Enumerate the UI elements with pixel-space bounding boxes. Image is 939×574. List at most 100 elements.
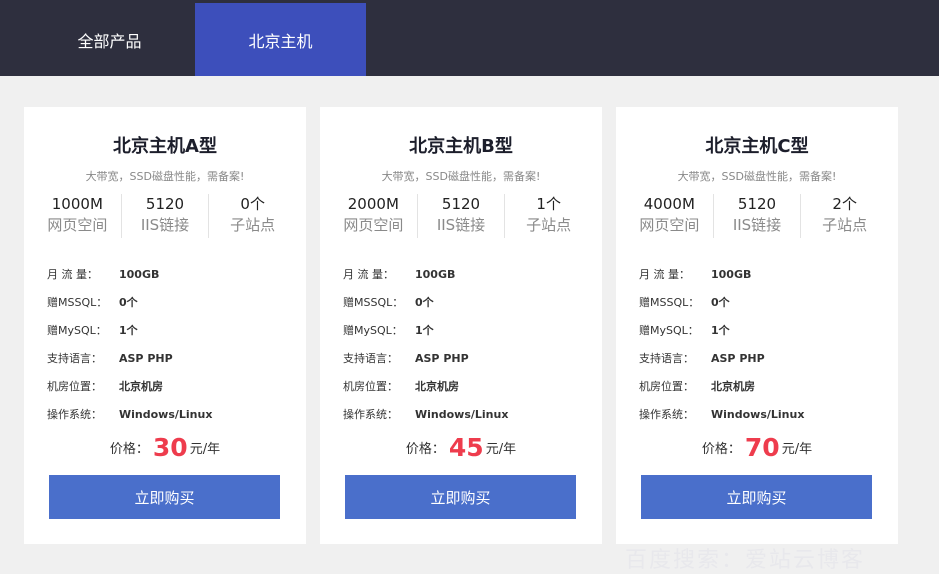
spec-label: 操作系统： (343, 408, 398, 421)
spec-row-mysql: 赠MySQL： 1个 (47, 322, 297, 350)
price-unit: 元/年 (485, 442, 517, 457)
spec-label: 支持语言： (47, 352, 102, 365)
spec-label: 机房位置： (47, 380, 102, 393)
spec-row-os: 操作系统： Windows/Linux (343, 406, 593, 434)
buy-now-button[interactable]: 立即购买 (345, 475, 576, 519)
spec-row-mssql: 赠MSSQL： 0个 (343, 294, 593, 322)
stat-value: 5120 (145, 195, 185, 213)
stat-value: 1000M (51, 195, 103, 213)
spec-label: 赠MSSQL： (47, 296, 108, 309)
spec-row-location: 机房位置： 北京机房 (343, 378, 593, 406)
spec-value: ASP PHP (711, 352, 765, 365)
spec-label: 月 流 量： (639, 268, 690, 281)
stat-sub-sites: 1个 子站点 (505, 194, 592, 238)
stat-label: 网页空间 (639, 216, 700, 234)
spec-value: 北京机房 (119, 380, 163, 393)
spec-row-languages: 支持语言： ASP PHP (343, 350, 593, 378)
spec-label: 月 流 量： (343, 268, 394, 281)
spec-label: 操作系统： (47, 408, 102, 421)
spec-value: 100GB (415, 268, 456, 281)
stat-label: 子站点 (526, 216, 572, 234)
card-subtitle: 大带宽，SSD磁盘性能，需备案! (85, 170, 245, 183)
stat-sub-sites: 2个 子站点 (801, 194, 888, 238)
price-label: 价格： (701, 442, 741, 457)
stat-value: 4000M (643, 195, 695, 213)
stat-iis-connections: 5120 IIS链接 (122, 194, 210, 238)
spec-value: Windows/Linux (119, 408, 213, 421)
tab-beijing-hosting[interactable]: 北京主机 (195, 3, 366, 76)
tab-all-products[interactable]: 全部产品 (24, 3, 195, 76)
spec-row-os: 操作系统： Windows/Linux (47, 406, 297, 434)
spec-label: 赠MySQL： (639, 324, 699, 337)
spec-row-os: 操作系统： Windows/Linux (639, 406, 889, 434)
price-unit: 元/年 (781, 442, 813, 457)
card-subtitle: 大带宽，SSD磁盘性能，需备案! (677, 170, 837, 183)
spec-value: 1个 (119, 324, 138, 337)
spec-row-location: 机房位置： 北京机房 (639, 378, 889, 406)
spec-row-mssql: 赠MSSQL： 0个 (47, 294, 297, 322)
price-line: 价格： 45 元/年 (320, 433, 602, 462)
spec-list: 月 流 量： 100GB 赠MSSQL： 0个 赠MySQL： 1个 支持语言： ASP… (343, 266, 593, 434)
stat-value: 1个 (536, 195, 561, 213)
spec-row-mssql: 赠MSSQL： 0个 (639, 294, 889, 322)
spec-value: 0个 (415, 296, 434, 309)
card-title: 北京主机B型 (409, 136, 513, 157)
stat-label: IIS链接 (732, 216, 782, 234)
card-title: 北京主机C型 (705, 136, 809, 157)
card-stats: 2000M 网页空间 5120 IIS链接 1个 子站点 (330, 194, 592, 238)
price-value: 45 (448, 433, 484, 462)
card-title: 北京主机A型 (113, 136, 217, 157)
spec-label: 机房位置： (343, 380, 398, 393)
spec-label: 月 流 量： (47, 268, 98, 281)
buy-now-button[interactable]: 立即购买 (641, 475, 872, 519)
price-line: 价格： 30 元/年 (24, 433, 306, 462)
spec-value: 1个 (711, 324, 730, 337)
spec-label: 机房位置： (639, 380, 694, 393)
stat-iis-connections: 5120 IIS链接 (418, 194, 506, 238)
spec-label: 支持语言： (639, 352, 694, 365)
spec-value: 0个 (711, 296, 730, 309)
top-nav-bar: 全部产品 北京主机 (0, 0, 939, 76)
spec-value: Windows/Linux (711, 408, 805, 421)
spec-label: 支持语言： (343, 352, 398, 365)
spec-label: 操作系统： (639, 408, 694, 421)
spec-label: 赠MSSQL： (639, 296, 700, 309)
price-line: 价格： 70 元/年 (616, 433, 898, 462)
buy-now-button[interactable]: 立即购买 (49, 475, 280, 519)
spec-list: 月 流 量： 100GB 赠MSSQL： 0个 赠MySQL： 1个 支持语言： ASP… (639, 266, 889, 434)
spec-row-traffic: 月 流 量： 100GB (639, 266, 889, 294)
stat-label: 子站点 (230, 216, 276, 234)
price-label: 价格： (405, 442, 445, 457)
spec-value: ASP PHP (415, 352, 469, 365)
stat-value: 0个 (240, 195, 265, 213)
spec-label: 赠MSSQL： (343, 296, 404, 309)
product-card-list: 北京主机A型 大带宽，SSD磁盘性能，需备案! 1000M 网页空间 5120 … (0, 76, 939, 573)
spec-row-location: 机房位置： 北京机房 (47, 378, 297, 406)
spec-value: 北京机房 (415, 380, 459, 393)
spec-label: 赠MySQL： (343, 324, 403, 337)
stat-web-space: 1000M 网页空间 (34, 194, 122, 238)
stat-value: 2000M (347, 195, 399, 213)
stat-web-space: 2000M 网页空间 (330, 194, 418, 238)
price-value: 70 (744, 433, 780, 462)
spec-label: 赠MySQL： (47, 324, 107, 337)
stat-label: IIS链接 (140, 216, 190, 234)
stat-iis-connections: 5120 IIS链接 (714, 194, 802, 238)
spec-row-languages: 支持语言： ASP PHP (639, 350, 889, 378)
card-stats: 4000M 网页空间 5120 IIS链接 2个 子站点 (626, 194, 888, 238)
price-value: 30 (152, 433, 188, 462)
card-subtitle: 大带宽，SSD磁盘性能，需备案! (381, 170, 541, 183)
spec-list: 月 流 量： 100GB 赠MSSQL： 0个 赠MySQL： 1个 支持语言： ASP… (47, 266, 297, 434)
product-card: 北京主机A型 大带宽，SSD磁盘性能，需备案! 1000M 网页空间 5120 … (24, 107, 306, 544)
card-stats: 1000M 网页空间 5120 IIS链接 0个 子站点 (34, 194, 296, 238)
spec-row-traffic: 月 流 量： 100GB (343, 266, 593, 294)
spec-value: 100GB (711, 268, 752, 281)
price-unit: 元/年 (189, 442, 221, 457)
stat-label: 子站点 (822, 216, 868, 234)
spec-value: Windows/Linux (415, 408, 509, 421)
stat-label: IIS链接 (436, 216, 486, 234)
spec-value: 0个 (119, 296, 138, 309)
spec-value: 1个 (415, 324, 434, 337)
stat-value: 2个 (832, 195, 857, 213)
spec-value: ASP PHP (119, 352, 173, 365)
